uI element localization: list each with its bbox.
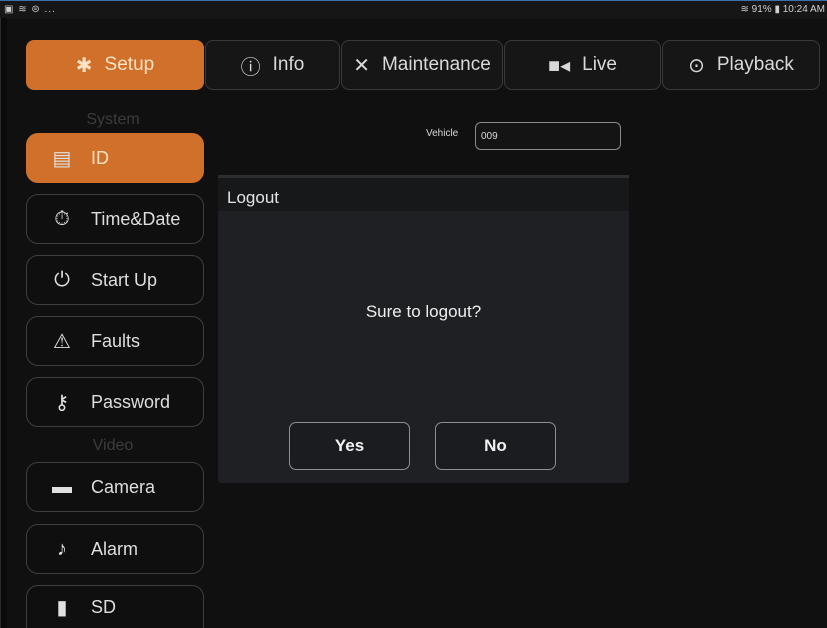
tab-setup[interactable]: ✱ Setup (26, 40, 204, 90)
status-left-icons: ▣ ≋ ⊜ ... (4, 4, 56, 15)
playback-icon: ⊙ (688, 54, 705, 77)
info-circle-icon: ⓘ (240, 56, 261, 79)
vehicle-label: Vehicle (426, 128, 459, 139)
tab-maintenance[interactable]: ✕ Maintenance (341, 40, 503, 90)
tab-setup-label: Setup (104, 54, 155, 75)
warning-icon: ⚠ (53, 330, 71, 353)
sidebar-item-label: Start Up (91, 269, 158, 290)
vehicle-input[interactable] (475, 122, 621, 150)
tab-maintenance-label: Maintenance (381, 54, 491, 75)
section-system: System (86, 111, 140, 128)
bell-icon: ♪ (57, 537, 67, 560)
tab-playback-label: Playback (716, 54, 794, 75)
sidebar-item-label: Password (91, 391, 171, 412)
dialog-titlebar: Logout (218, 175, 629, 211)
tab-live[interactable]: ■◂ Live (504, 40, 661, 90)
tab-playback[interactable]: ⊙ Playback (662, 40, 820, 90)
sidebar-item-label: ID (91, 147, 109, 168)
sidebar-item-label: Alarm (91, 538, 139, 559)
video-camera-icon: ■◂ (548, 54, 571, 77)
sidebar-item-camera[interactable]: ▬ Camera (26, 462, 204, 512)
id-card-icon: ▤ (52, 147, 72, 170)
app-window: ▣ ≋ ⊜ ... ≋ 91% ▮ 10:24 AM ✱ Setup ⓘ Inf… (0, 0, 827, 628)
status-right-indicators: ≋ 91% ▮ 10:24 AM (740, 4, 825, 15)
sidebar-item-id[interactable]: ▤ ID (26, 133, 204, 183)
sidebar-item-label: Faults (91, 330, 141, 351)
tab-info[interactable]: ⓘ Info (205, 40, 340, 90)
sidebar-item-label: SD (91, 596, 117, 617)
sd-card-icon: ▮ (56, 596, 68, 619)
sidebar-item-time-date[interactable]: ⏱ Time&Date (26, 194, 204, 244)
yes-button[interactable]: Yes (289, 422, 410, 470)
stopwatch-icon: ⏱ (54, 207, 70, 230)
sidebar-item-label: Time&Date (91, 208, 181, 229)
sidebar-item-alarm[interactable]: ♪ Alarm (26, 524, 204, 574)
sidebar-item-faults[interactable]: ⚠ Faults (26, 316, 204, 366)
gear-icon: ✱ (75, 54, 93, 77)
tab-live-label: Live (582, 54, 617, 75)
sidebar-item-start-up[interactable]: ⏻ Start Up (26, 255, 204, 305)
sidebar-item-sd[interactable]: ▮ SD (26, 585, 204, 628)
cctv-camera-icon: ▬ (52, 475, 72, 498)
section-video: Video (92, 437, 134, 454)
tab-info-label: Info (272, 54, 305, 75)
dialog-title: Logout (227, 188, 279, 207)
tools-icon: ✕ (353, 54, 370, 77)
sidebar-item-label: Camera (91, 476, 156, 497)
left-edge (0, 18, 7, 628)
power-icon: ⏻ (54, 268, 70, 291)
key-icon: ⚷ (54, 391, 70, 414)
logout-dialog: Logout Sure to logout? Yes No (218, 175, 629, 483)
status-bar: ▣ ≋ ⊜ ... ≋ 91% ▮ 10:24 AM (0, 0, 827, 19)
dialog-message: Sure to logout? (365, 302, 482, 321)
sidebar-item-password[interactable]: ⚷ Password (26, 377, 204, 427)
no-button[interactable]: No (435, 422, 556, 470)
